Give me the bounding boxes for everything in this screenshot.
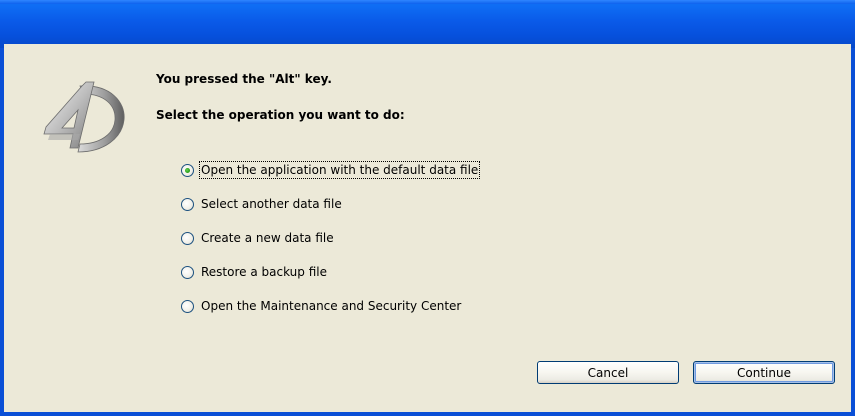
option-restore-backup[interactable]: Restore a backup file [181, 262, 328, 282]
radio-button-icon[interactable] [181, 265, 194, 279]
option-label: Open the application with the default da… [198, 161, 481, 179]
option-label: Restore a backup file [201, 265, 327, 279]
radio-button-icon[interactable] [181, 197, 194, 211]
cancel-button[interactable]: Cancel [537, 361, 679, 384]
radio-dot-icon [185, 167, 190, 173]
title-bar-highlight [0, 0, 855, 4]
option-create-new-data[interactable]: Create a new data file [181, 228, 335, 248]
message-select-operation: Select the operation you want to do: [156, 108, 405, 122]
option-label: Create a new data file [201, 231, 334, 245]
radio-button-icon[interactable] [181, 231, 194, 245]
radio-button-icon[interactable] [181, 299, 194, 313]
option-open-msc[interactable]: Open the Maintenance and Security Center [181, 296, 462, 316]
continue-button[interactable]: Continue [693, 361, 835, 384]
message-alt-key: You pressed the "Alt" key. [156, 72, 332, 86]
4d-logo-icon [43, 81, 125, 153]
radio-button-selected-icon[interactable] [181, 163, 194, 177]
option-label: Select another data file [201, 197, 342, 211]
dialog-window: You pressed the "Alt" key. Select the op… [0, 0, 855, 416]
option-label: Open the Maintenance and Security Center [201, 299, 462, 313]
option-select-another-data[interactable]: Select another data file [181, 194, 343, 214]
option-open-default-data[interactable]: Open the application with the default da… [181, 160, 481, 180]
dialog-body: You pressed the "Alt" key. Select the op… [4, 44, 851, 412]
title-bar[interactable] [0, 0, 855, 48]
